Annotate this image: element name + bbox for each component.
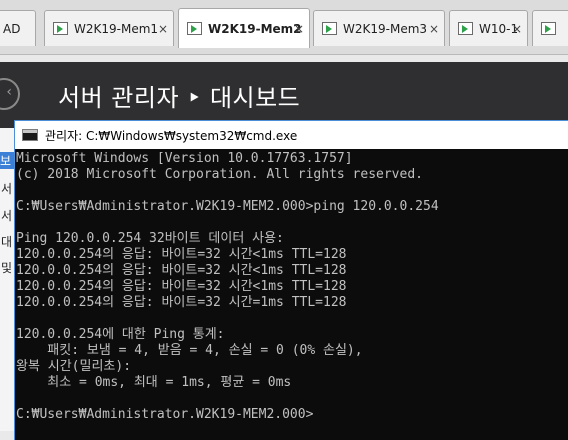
vm-running-icon bbox=[322, 22, 337, 35]
back-button[interactable]: ‹ bbox=[0, 78, 20, 110]
console-output[interactable]: Microsoft Windows [Version 10.0.17763.17… bbox=[15, 149, 568, 440]
console-line: 120.0.0.254에 대한 Ping 통계: bbox=[16, 327, 225, 342]
console-line: 120.0.0.254의 응답: 바이트=32 시간<1ms TTL=128 bbox=[16, 279, 347, 294]
tab-w10-1[interactable]: W10-1 × bbox=[449, 10, 528, 46]
console-line: 최소 = 0ms, 최대 = 1ms, 평균 = 0ms bbox=[16, 375, 292, 390]
cmd-titlebar[interactable]: 관리자: C:₩Windows₩system32₩cmd.exe bbox=[15, 120, 568, 149]
console-line: 120.0.0.254의 응답: 바이트=32 시간<1ms TTL=128 bbox=[16, 263, 347, 278]
tab-label: AD bbox=[3, 21, 21, 36]
tab-w2k19-mem1[interactable]: W2K19-Mem1 × bbox=[44, 10, 174, 46]
sidebar-item-file-services[interactable]: 및 bbox=[1, 259, 12, 276]
tab-w2k19-mem2[interactable]: W2K19-Mem2 × bbox=[178, 8, 310, 48]
tab-ad[interactable]: AD bbox=[0, 10, 36, 46]
page-title: 서버 관리자 ‣ 대시보드 bbox=[58, 84, 301, 112]
cmd-window-title: 관리자: C:₩Windows₩system32₩cmd.exe bbox=[45, 128, 298, 143]
tab-next[interactable] bbox=[532, 10, 568, 46]
arrow-left-icon: ‹ bbox=[6, 84, 12, 100]
console-line: Microsoft Windows [Version 10.0.17763.17… bbox=[16, 151, 353, 166]
sidebar-item-roles[interactable]: 대 bbox=[1, 233, 12, 250]
vm-tab-bar: AD W2K19-Mem1 × W2K19-Mem2 × W2K19-Mem3 … bbox=[0, 0, 568, 55]
vm-running-icon bbox=[53, 22, 68, 35]
tab-label: W2K19-Mem1 bbox=[74, 21, 159, 36]
tab-label: W2K19-Mem3 bbox=[343, 21, 428, 36]
cmd-window: 관리자: C:₩Windows₩system32₩cmd.exe Microso… bbox=[14, 120, 568, 440]
close-icon[interactable]: × bbox=[512, 22, 522, 36]
console-line: C:₩Users₩Administrator.W2K19-MEM2.000>pi… bbox=[16, 199, 439, 214]
sidebar-item-dashboard[interactable]: 보 bbox=[0, 152, 14, 169]
console-prompt[interactable]: C:₩Users₩Administrator.W2K19-MEM2.000> bbox=[16, 407, 568, 423]
sidebar-item-local-server[interactable]: 서 bbox=[1, 180, 12, 197]
console-line: 왕복 시간(밀리초): bbox=[16, 359, 132, 374]
console-line: 패킷: 보냄 = 4, 받음 = 4, 손실 = 0 (0% 손실), bbox=[16, 343, 363, 358]
console-line: 120.0.0.254의 응답: 바이트=32 시간=1ms TTL=128 bbox=[16, 295, 347, 310]
tab-label: W2K19-Mem2 bbox=[208, 21, 302, 36]
console-line: Ping 120.0.0.254 32바이트 데이터 사용: bbox=[16, 231, 284, 246]
vm-running-icon bbox=[187, 22, 202, 35]
console-line: 120.0.0.254의 응답: 바이트=32 시간<1ms TTL=128 bbox=[16, 247, 347, 262]
vm-running-icon bbox=[541, 22, 556, 35]
server-manager-header: ‹ 서버 관리자 ‣ 대시보드 bbox=[0, 62, 568, 128]
close-icon[interactable]: × bbox=[429, 22, 439, 36]
console-line: (c) 2018 Microsoft Corporation. All righ… bbox=[16, 167, 423, 182]
tab-w2k19-mem3[interactable]: W2K19-Mem3 × bbox=[313, 10, 445, 46]
cmd-icon bbox=[22, 129, 38, 141]
vm-running-icon bbox=[458, 22, 473, 35]
sidebar-item-all-servers[interactable]: 서 bbox=[1, 207, 12, 224]
close-icon[interactable]: × bbox=[294, 22, 304, 36]
close-icon[interactable]: × bbox=[158, 22, 168, 36]
